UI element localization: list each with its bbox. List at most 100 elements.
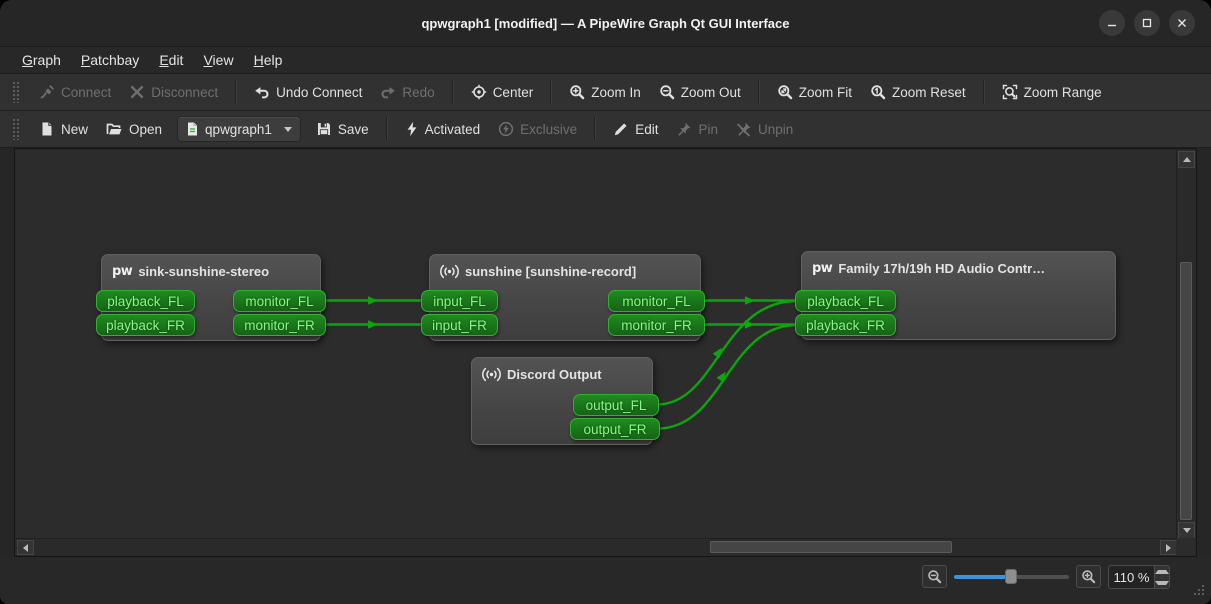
zoom-reset-button[interactable]: Zoom Reset (861, 79, 975, 105)
zoom-slider[interactable] (954, 565, 1069, 588)
toolbar-separator (386, 117, 388, 141)
scrollbar-corner (1176, 538, 1195, 555)
titlebar[interactable]: qpwgraph1 [modified] — A PipeWire Graph … (0, 0, 1211, 47)
wire-arrow-icon (368, 296, 378, 304)
port-input[interactable]: input_FR (421, 314, 498, 336)
statusbar: 110 % (0, 557, 1211, 604)
node-title: Discord Output (507, 367, 602, 382)
toolbar-separator (594, 117, 596, 141)
port-input[interactable]: input_FL (421, 290, 498, 312)
statusbar-zoom-out-button[interactable] (922, 565, 947, 588)
redo-button[interactable]: Redo (371, 79, 443, 105)
new-file-icon (39, 121, 55, 137)
toolbar-drag-handle[interactable] (12, 81, 20, 103)
graph-toolbar: Connect Disconnect Undo Connect Redo (0, 74, 1211, 111)
port-input[interactable]: playback_FR (96, 314, 195, 336)
zoom-in-button[interactable]: Zoom In (560, 79, 650, 105)
maximize-button[interactable] (1134, 10, 1160, 36)
minimize-icon (1106, 17, 1118, 29)
port-output[interactable]: monitor_FR (233, 314, 326, 336)
port-output[interactable]: output_FR (570, 418, 660, 440)
stream-icon (440, 264, 459, 279)
toolbar-separator (983, 80, 985, 104)
port-output[interactable]: monitor_FR (608, 314, 705, 336)
scroll-up-button[interactable] (1178, 151, 1195, 168)
graph-canvas[interactable]: pw sink-sunshine-stereo playback_FL play… (16, 150, 1178, 540)
scroll-left-button[interactable] (17, 540, 34, 555)
disconnect-icon (129, 84, 145, 100)
vertical-scroll-thumb[interactable] (1180, 262, 1192, 520)
zoom-in-icon (1081, 569, 1096, 584)
connections-layer (16, 150, 1178, 540)
scroll-down-button[interactable] (1178, 522, 1195, 539)
pin-icon (676, 121, 692, 137)
menu-graph[interactable]: Graph (12, 49, 71, 71)
port-output[interactable]: monitor_FL (608, 290, 705, 312)
arrow-up-icon (1183, 157, 1191, 162)
lightning-icon (405, 121, 419, 137)
zoom-fit-button[interactable]: Zoom Fit (768, 79, 861, 105)
horizontal-scrollbar[interactable] (16, 538, 1178, 555)
node-title: Family 17h/19h HD Audio Contr… (838, 261, 1045, 276)
patchbay-toolbar: New Open qpwgraph1 (0, 111, 1211, 148)
activated-toggle[interactable]: Activated (396, 116, 490, 142)
minimize-button[interactable] (1099, 10, 1125, 36)
spin-arrows (1154, 566, 1169, 588)
zoom-range-icon (1002, 84, 1018, 100)
horizontal-scroll-thumb[interactable] (710, 541, 952, 553)
node-header: sunshine [sunshine-record] (430, 255, 700, 279)
zoom-range-button[interactable]: Zoom Range (993, 79, 1111, 105)
zoom-fit-icon (777, 84, 793, 100)
exclusive-lightning-icon (498, 121, 514, 137)
toolbar-separator (235, 80, 237, 104)
arrow-down-icon (1155, 581, 1169, 585)
wire-arrow-icon (713, 345, 726, 358)
pipewire-icon: pw (112, 264, 132, 279)
new-button[interactable]: New (30, 116, 97, 142)
slider-handle[interactable] (1005, 569, 1017, 584)
zoom-percent-value[interactable]: 110 % (1109, 566, 1154, 588)
undo-connect-button[interactable]: Undo Connect (245, 79, 371, 105)
pin-button[interactable]: Pin (667, 116, 727, 142)
arrow-left-icon (23, 544, 28, 552)
spin-up-button[interactable] (1155, 566, 1169, 577)
toolbar-drag-handle[interactable] (12, 118, 20, 140)
port-input[interactable]: playback_FL (795, 290, 896, 312)
node-title: sunshine [sunshine-record] (465, 264, 636, 279)
save-button[interactable]: Save (307, 116, 378, 142)
redo-icon (380, 84, 396, 100)
window-title: qpwgraph1 [modified] — A PipeWire Graph … (421, 16, 789, 31)
close-button[interactable] (1169, 10, 1195, 36)
node-header: Discord Output (472, 358, 652, 382)
save-icon (316, 121, 332, 137)
port-output[interactable]: output_FL (573, 394, 659, 416)
exclusive-toggle[interactable]: Exclusive (489, 116, 586, 142)
resize-grip[interactable] (1192, 584, 1205, 597)
patchbay-profile-select[interactable]: qpwgraph1 (177, 116, 301, 142)
center-button[interactable]: Center (462, 79, 543, 105)
unpin-button[interactable]: Unpin (727, 116, 802, 142)
patchbay-file-icon (186, 122, 199, 136)
disconnect-button[interactable]: Disconnect (120, 79, 227, 105)
menu-help[interactable]: Help (244, 49, 293, 71)
menu-patchbay[interactable]: Patchbay (71, 49, 149, 71)
statusbar-zoom-in-button[interactable] (1076, 565, 1101, 588)
port-output[interactable]: monitor_FL (233, 290, 326, 312)
node-header: pw sink-sunshine-stereo (102, 255, 320, 279)
scroll-right-button[interactable] (1160, 540, 1177, 555)
open-button[interactable]: Open (97, 116, 171, 142)
wire-arrow-icon (745, 296, 755, 304)
menu-edit[interactable]: Edit (149, 49, 193, 71)
zoom-out-button[interactable]: Zoom Out (650, 79, 750, 105)
pencil-icon (613, 121, 629, 137)
toolbar-separator (452, 80, 454, 104)
menu-view[interactable]: View (193, 49, 243, 71)
spin-down-button[interactable] (1155, 577, 1169, 588)
port-input[interactable]: playback_FL (96, 290, 195, 312)
connect-button[interactable]: Connect (30, 79, 120, 105)
port-input[interactable]: playback_FR (795, 314, 896, 336)
unpin-icon (736, 121, 752, 137)
zoom-percent-spinbox[interactable]: 110 % (1108, 565, 1170, 589)
edit-toggle[interactable]: Edit (604, 116, 667, 142)
vertical-scrollbar[interactable] (1176, 150, 1195, 540)
